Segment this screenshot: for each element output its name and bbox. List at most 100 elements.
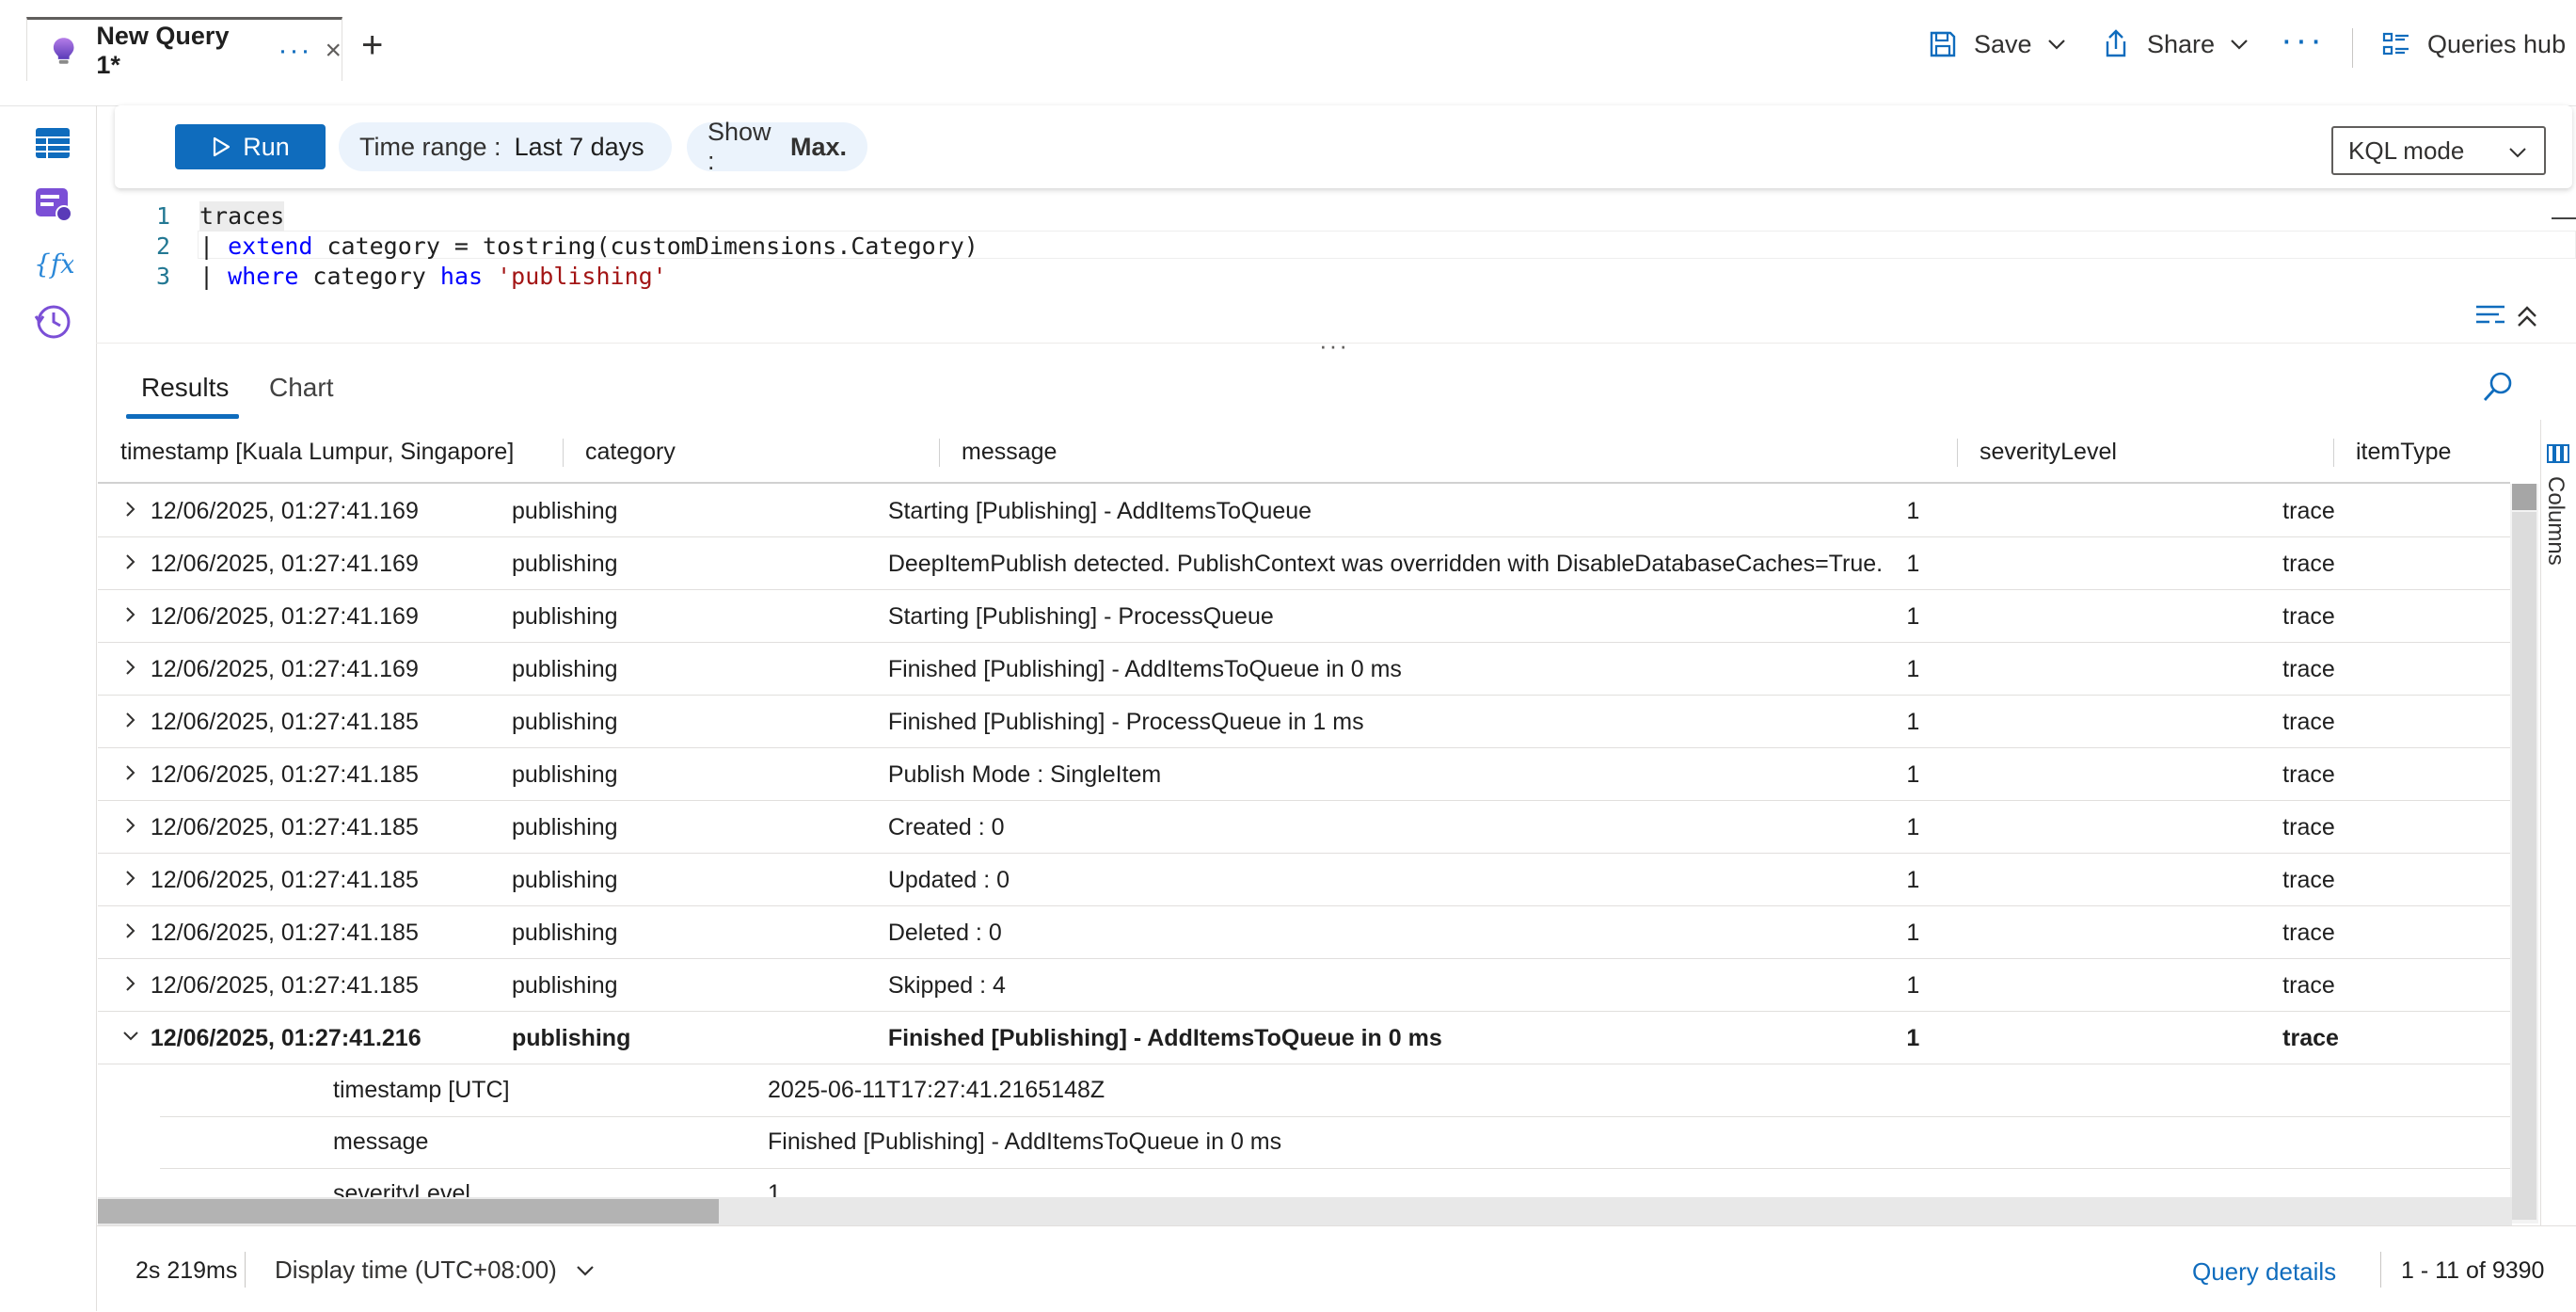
share-button[interactable]: Share: [2100, 28, 2250, 60]
word-wrap-icon[interactable]: [2474, 303, 2506, 329]
chevron-right-icon[interactable]: [120, 710, 141, 730]
cell-severity: 1: [1906, 709, 1920, 735]
vertical-scrollbar-thumb[interactable]: [2512, 484, 2536, 510]
chevron-right-icon[interactable]: [120, 552, 141, 572]
chevron-down-icon[interactable]: [120, 1026, 141, 1047]
table-row[interactable]: 12/06/2025, 01:27:41.185 publishing Publis…: [98, 747, 2510, 801]
chevron-right-icon[interactable]: [120, 815, 141, 836]
chevron-right-icon[interactable]: [120, 499, 141, 520]
column-resizer[interactable]: [563, 439, 564, 467]
share-label: Share: [2147, 29, 2216, 58]
code-text: traces: [199, 201, 285, 232]
horizontal-scrollbar-thumb[interactable]: [98, 1199, 719, 1224]
active-tab-indicator: [126, 414, 239, 419]
tab-results[interactable]: Results: [141, 373, 229, 403]
column-header-itemtype[interactable]: itemType: [2356, 439, 2451, 466]
column-header-message[interactable]: message: [962, 439, 1057, 466]
cell-severity: 1: [1906, 1025, 1920, 1051]
cell-severity: 1: [1906, 551, 1920, 577]
column-header-category[interactable]: category: [585, 439, 676, 466]
chevron-right-icon[interactable]: [120, 657, 141, 678]
run-button[interactable]: Run: [175, 124, 326, 169]
code-token: traces: [199, 202, 285, 230]
queries-hub-button[interactable]: Queries hub: [2380, 28, 2566, 60]
vertical-scrollbar-rail[interactable]: [2512, 512, 2536, 1220]
query-editor[interactable]: 1 traces 2 | extend category = tostring(cus…: [115, 198, 2576, 339]
tables-icon[interactable]: [32, 122, 73, 164]
table-row[interactable]: 12/06/2025, 01:27:41.185 publishing Create…: [98, 800, 2510, 854]
cell-message: Publish Mode : SingleItem: [887, 761, 1162, 788]
chevron-right-icon[interactable]: [120, 762, 141, 783]
columns-icon[interactable]: [2546, 442, 2570, 465]
cell-severity: 1: [1906, 761, 1920, 788]
tab-title: New Query 1*: [96, 21, 230, 79]
search-icon[interactable]: [2480, 369, 2516, 405]
history-icon[interactable]: [32, 301, 73, 343]
cell-message: DeepItemPublish detected. PublishContext…: [887, 551, 1884, 577]
table-row[interactable]: 12/06/2025, 01:27:41.185 publishing Update…: [98, 853, 2510, 906]
table-row[interactable]: 12/06/2025, 01:27:41.216 publishing Finish…: [98, 1011, 2510, 1064]
code-token: category = tostring(customDimensions.Cat…: [312, 232, 978, 260]
cell-itemtype: trace: [2282, 761, 2335, 788]
chevron-right-icon[interactable]: [120, 973, 141, 994]
table-row[interactable]: 12/06/2025, 01:27:41.185 publishing Delete…: [98, 905, 2510, 959]
table-row[interactable]: 12/06/2025, 01:27:41.185 publishing Skippe…: [98, 958, 2510, 1012]
code-token: category: [298, 263, 440, 290]
functions-icon[interactable]: {fx}: [32, 243, 73, 284]
cell-message: Updated : 0: [887, 867, 1010, 893]
column-header-timestamp[interactable]: timestamp [Kuala Lumpur, Singapore]: [120, 439, 514, 466]
cell-message: Starting [Publishing] - ProcessQueue: [887, 603, 1274, 630]
mode-select[interactable]: KQL mode: [2331, 126, 2546, 175]
column-resizer[interactable]: [1957, 439, 1958, 467]
display-time-select[interactable]: Display time (UTC+08:00): [275, 1256, 596, 1285]
status-divider: [2380, 1252, 2381, 1288]
collapse-editor-icon[interactable]: [2514, 303, 2540, 329]
save-button[interactable]: Save: [1927, 28, 2068, 60]
more-actions-button[interactable]: ···: [2281, 21, 2325, 61]
column-header-severitylevel[interactable]: severityLevel: [1980, 439, 2117, 466]
cell-message: Starting [Publishing] - AddItemsToQueue: [887, 498, 1312, 524]
grid-header: timestamp [Kuala Lumpur, Singapore] cate…: [98, 420, 2510, 484]
cell-category: publishing: [511, 603, 618, 630]
pane-splitter[interactable]: ···: [1319, 331, 1349, 360]
tab-chart[interactable]: Chart: [269, 373, 333, 403]
columns-label[interactable]: Columns: [2542, 476, 2568, 566]
cell-category: publishing: [511, 656, 618, 682]
show-limit-picker[interactable]: Show : Max.: [687, 118, 867, 175]
table-row[interactable]: 12/06/2025, 01:27:41.169 publishing Starti…: [98, 484, 2510, 537]
tab-more-button[interactable]: ···: [278, 35, 311, 67]
table-row[interactable]: 12/06/2025, 01:27:41.185 publishing Finish…: [98, 695, 2510, 748]
table-row[interactable]: 12/06/2025, 01:27:41.169 publishing Finish…: [98, 642, 2510, 696]
code-text: | extend category = tostring(customDimen…: [199, 232, 978, 262]
chevron-right-icon[interactable]: [120, 868, 141, 888]
time-range-value: Last 7 days: [514, 132, 644, 161]
code-keyword: extend: [228, 232, 313, 260]
time-range-picker[interactable]: Time range : Last 7 days: [339, 122, 672, 171]
tab-close-button[interactable]: ×: [325, 35, 342, 67]
cell-itemtype: trace: [2282, 1025, 2339, 1051]
column-resizer[interactable]: [939, 439, 940, 467]
queries-icon[interactable]: [32, 183, 73, 224]
cell-message: Finished [Publishing] - ProcessQueue in …: [887, 709, 1364, 735]
share-icon: [2106, 29, 2126, 57]
query-tab[interactable]: New Query 1* ··· ×: [26, 17, 342, 81]
mode-value: KQL mode: [2348, 136, 2465, 165]
column-resizer[interactable]: [2333, 439, 2334, 467]
cell-severity: 1: [1906, 814, 1920, 840]
queries-hub-label: Queries hub: [2427, 29, 2567, 58]
detail-row: timestamp [UTC] 2025-06-11T17:27:41.21651…: [160, 1064, 2510, 1117]
chevron-down-icon: [2509, 148, 2526, 158]
code-string: 'publishing': [497, 263, 667, 290]
cell-itemtype: trace: [2282, 920, 2335, 946]
table-row[interactable]: 12/06/2025, 01:27:41.169 publishing Starti…: [98, 589, 2510, 643]
detail-value: 2025-06-11T17:27:41.2165148Z: [768, 1077, 1105, 1103]
chevron-right-icon[interactable]: [120, 920, 141, 941]
cell-timestamp: 12/06/2025, 01:27:41.185: [150, 972, 419, 999]
cell-timestamp: 12/06/2025, 01:27:41.216: [150, 1025, 421, 1051]
new-tab-button[interactable]: +: [361, 26, 383, 64]
query-details-link[interactable]: Query details: [2192, 1257, 2336, 1287]
chevron-right-icon[interactable]: [120, 604, 141, 625]
cell-category: publishing: [511, 814, 618, 840]
table-row[interactable]: 12/06/2025, 01:27:41.169 publishing DeepIt…: [98, 536, 2510, 590]
